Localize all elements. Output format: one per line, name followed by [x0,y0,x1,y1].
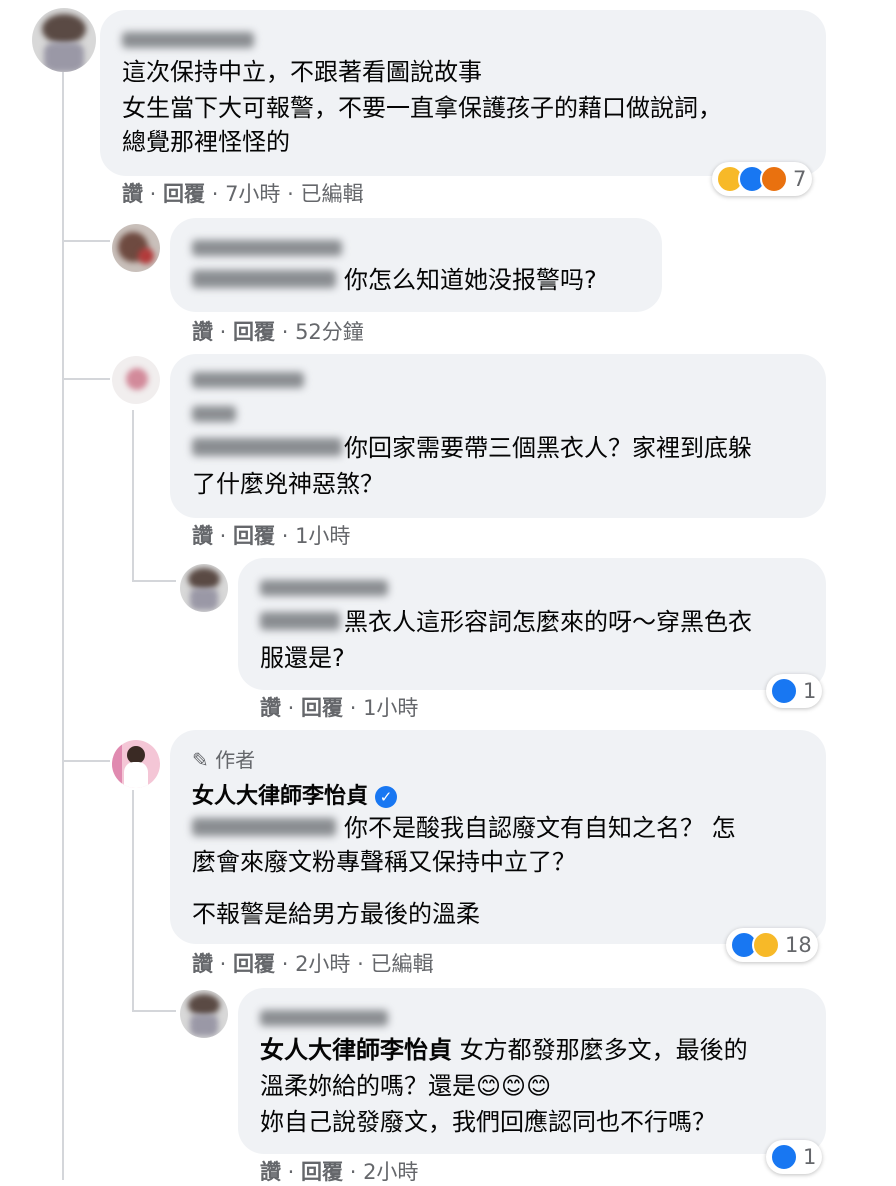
smile-emoji: 😊 [476,1072,502,1100]
pen-icon: ✎ [192,748,209,772]
reaction-count: 18 [785,933,812,957]
comment-text: 你回家需要帶三個黑衣人？家裡到底躲 [344,434,752,462]
commenter-name[interactable] [260,580,388,596]
avatar[interactable] [180,564,228,612]
thread-connector [132,1010,176,1012]
thread-connector [62,378,110,380]
comment-text: 你怎么知道她没报警吗? [344,266,597,294]
reaction-summary[interactable]: 1 [766,1140,823,1174]
comment-bubble: 你回家需要帶三個黑衣人？家裡到底躲 了什麼兇神惡煞？ [170,354,826,518]
mention-tag[interactable] [192,270,336,288]
comment-actions: 讚 · 回覆 · 1小時 [192,524,351,548]
comment-text: 妳自己說發廢文，我們回應認同也不行嗎？ [260,1108,716,1136]
commenter-name-2[interactable] [192,406,236,422]
verified-icon: ✓ [375,786,398,808]
comment-bubble: ✎ 作者 女人大律師李怡貞 ✓ 你不是酸我自認廢文有自知之名？ 怎 麼會來廢文粉… [170,730,826,944]
smile-emoji: 😊 [526,1072,552,1100]
comment-meta[interactable]: 1小時 [363,696,418,720]
avatar[interactable] [32,8,96,72]
like-icon [770,677,798,705]
mention-tag[interactable]: 女人大律師李怡貞 [260,1036,452,1064]
comment-actions: 讚 · 回覆 · 2小時 [260,1160,419,1184]
comment-meta[interactable]: 2小時 · 已編輯 [295,952,433,976]
comment-meta[interactable]: 2小時 [363,1160,418,1184]
comment-meta[interactable]: 7小時 · 已編輯 [225,182,363,206]
like-button[interactable]: 讚 [192,320,213,344]
comment-text: 女人大律師李怡貞 女方都發那麼多文，最後的 [260,1036,748,1064]
comment-text: 總覺那裡怪怪的 [122,128,290,156]
reaction-count: 1 [803,679,817,703]
author-name[interactable]: 女人大律師李怡貞 [192,784,368,809]
commenter-name[interactable] [192,240,342,256]
comment-bubble: 黑衣人這形容詞怎麼來的呀～穿黑色衣 服還是? [238,558,826,690]
comment-text: 女生當下大可報警，不要一直拿保護孩子的藉口做說詞， [122,94,722,122]
haha-icon [752,931,780,959]
comment-actions: 讚 · 回覆 · 52分鐘 [192,320,364,344]
like-icon [770,1143,798,1171]
thread-connector [62,240,110,242]
reaction-summary[interactable]: 1 [766,674,823,708]
thread-line-sub [132,790,134,1010]
comment-text: 你不是酸我自認廢文有自知之名？ 怎 [344,814,736,842]
comment-actions: 讚 · 回覆 · 1小時 [260,696,419,720]
mention-tag[interactable] [192,818,336,836]
comment-actions: 讚 · 回覆 · 7小時 · 已編輯 [122,182,364,206]
reaction-summary[interactable]: 18 [726,928,818,962]
author-name-row: 女人大律師李怡貞 ✓ [192,778,398,810]
commenter-name[interactable] [260,1010,388,1026]
comment-text: 不報警是給男方最後的溫柔 [192,900,480,928]
reply-button[interactable]: 回覆 [233,320,275,344]
mention-tag[interactable] [260,612,340,630]
comment-text: 服還是? [260,644,345,672]
avatar[interactable] [112,224,160,272]
comment-text: 麼會來廢文粉專聲稱又保持中立了？ [192,848,576,876]
angry-icon [760,165,788,193]
thread-connector [132,580,176,582]
reply-button[interactable]: 回覆 [233,524,275,548]
avatar[interactable] [180,990,228,1038]
comment-text: 這次保持中立，不跟著看圖說故事 [122,58,482,86]
reaction-summary[interactable]: 7 [712,162,813,196]
reply-button[interactable]: 回覆 [301,1160,343,1184]
commenter-name[interactable] [122,32,254,48]
like-button[interactable]: 讚 [122,182,143,206]
reply-button[interactable]: 回覆 [301,696,343,720]
comment-text: 了什麼兇神惡煞？ [192,470,384,498]
like-button[interactable]: 讚 [192,952,213,976]
comment-meta[interactable]: 52分鐘 [295,320,364,344]
reaction-count: 7 [793,167,807,191]
thread-line-main [62,70,64,1180]
reply-button[interactable]: 回覆 [233,952,275,976]
avatar[interactable] [112,356,160,404]
comment-bubble: 你怎么知道她没报警吗? [170,218,662,312]
mention-tag[interactable] [192,438,342,456]
comment-text: 黑衣人這形容詞怎麼來的呀～穿黑色衣 [344,608,752,636]
comment-actions: 讚 · 回覆 · 2小時 · 已編輯 [192,952,434,976]
reply-button[interactable]: 回覆 [163,182,205,206]
smile-emoji: 😊 [501,1072,527,1100]
comment-bubble: 這次保持中立，不跟著看圖說故事 女生當下大可報警，不要一直拿保護孩子的藉口做說詞… [100,10,826,176]
like-button[interactable]: 讚 [192,524,213,548]
thread-line-sub [132,410,134,580]
like-button[interactable]: 讚 [260,696,281,720]
like-button[interactable]: 讚 [260,1160,281,1184]
commenter-name[interactable] [192,372,304,388]
comment-bubble: 女人大律師李怡貞 女方都發那麼多文，最後的 溫柔妳給的嗎？還是😊😊😊 妳自己說發… [238,988,826,1154]
comment-meta[interactable]: 1小時 [295,524,350,548]
avatar[interactable] [112,740,160,788]
author-badge: ✎ 作者 [192,748,256,772]
comment-text: 溫柔妳給的嗎？還是😊😊😊 [260,1072,552,1100]
reaction-count: 1 [803,1145,817,1169]
thread-connector [62,760,110,762]
